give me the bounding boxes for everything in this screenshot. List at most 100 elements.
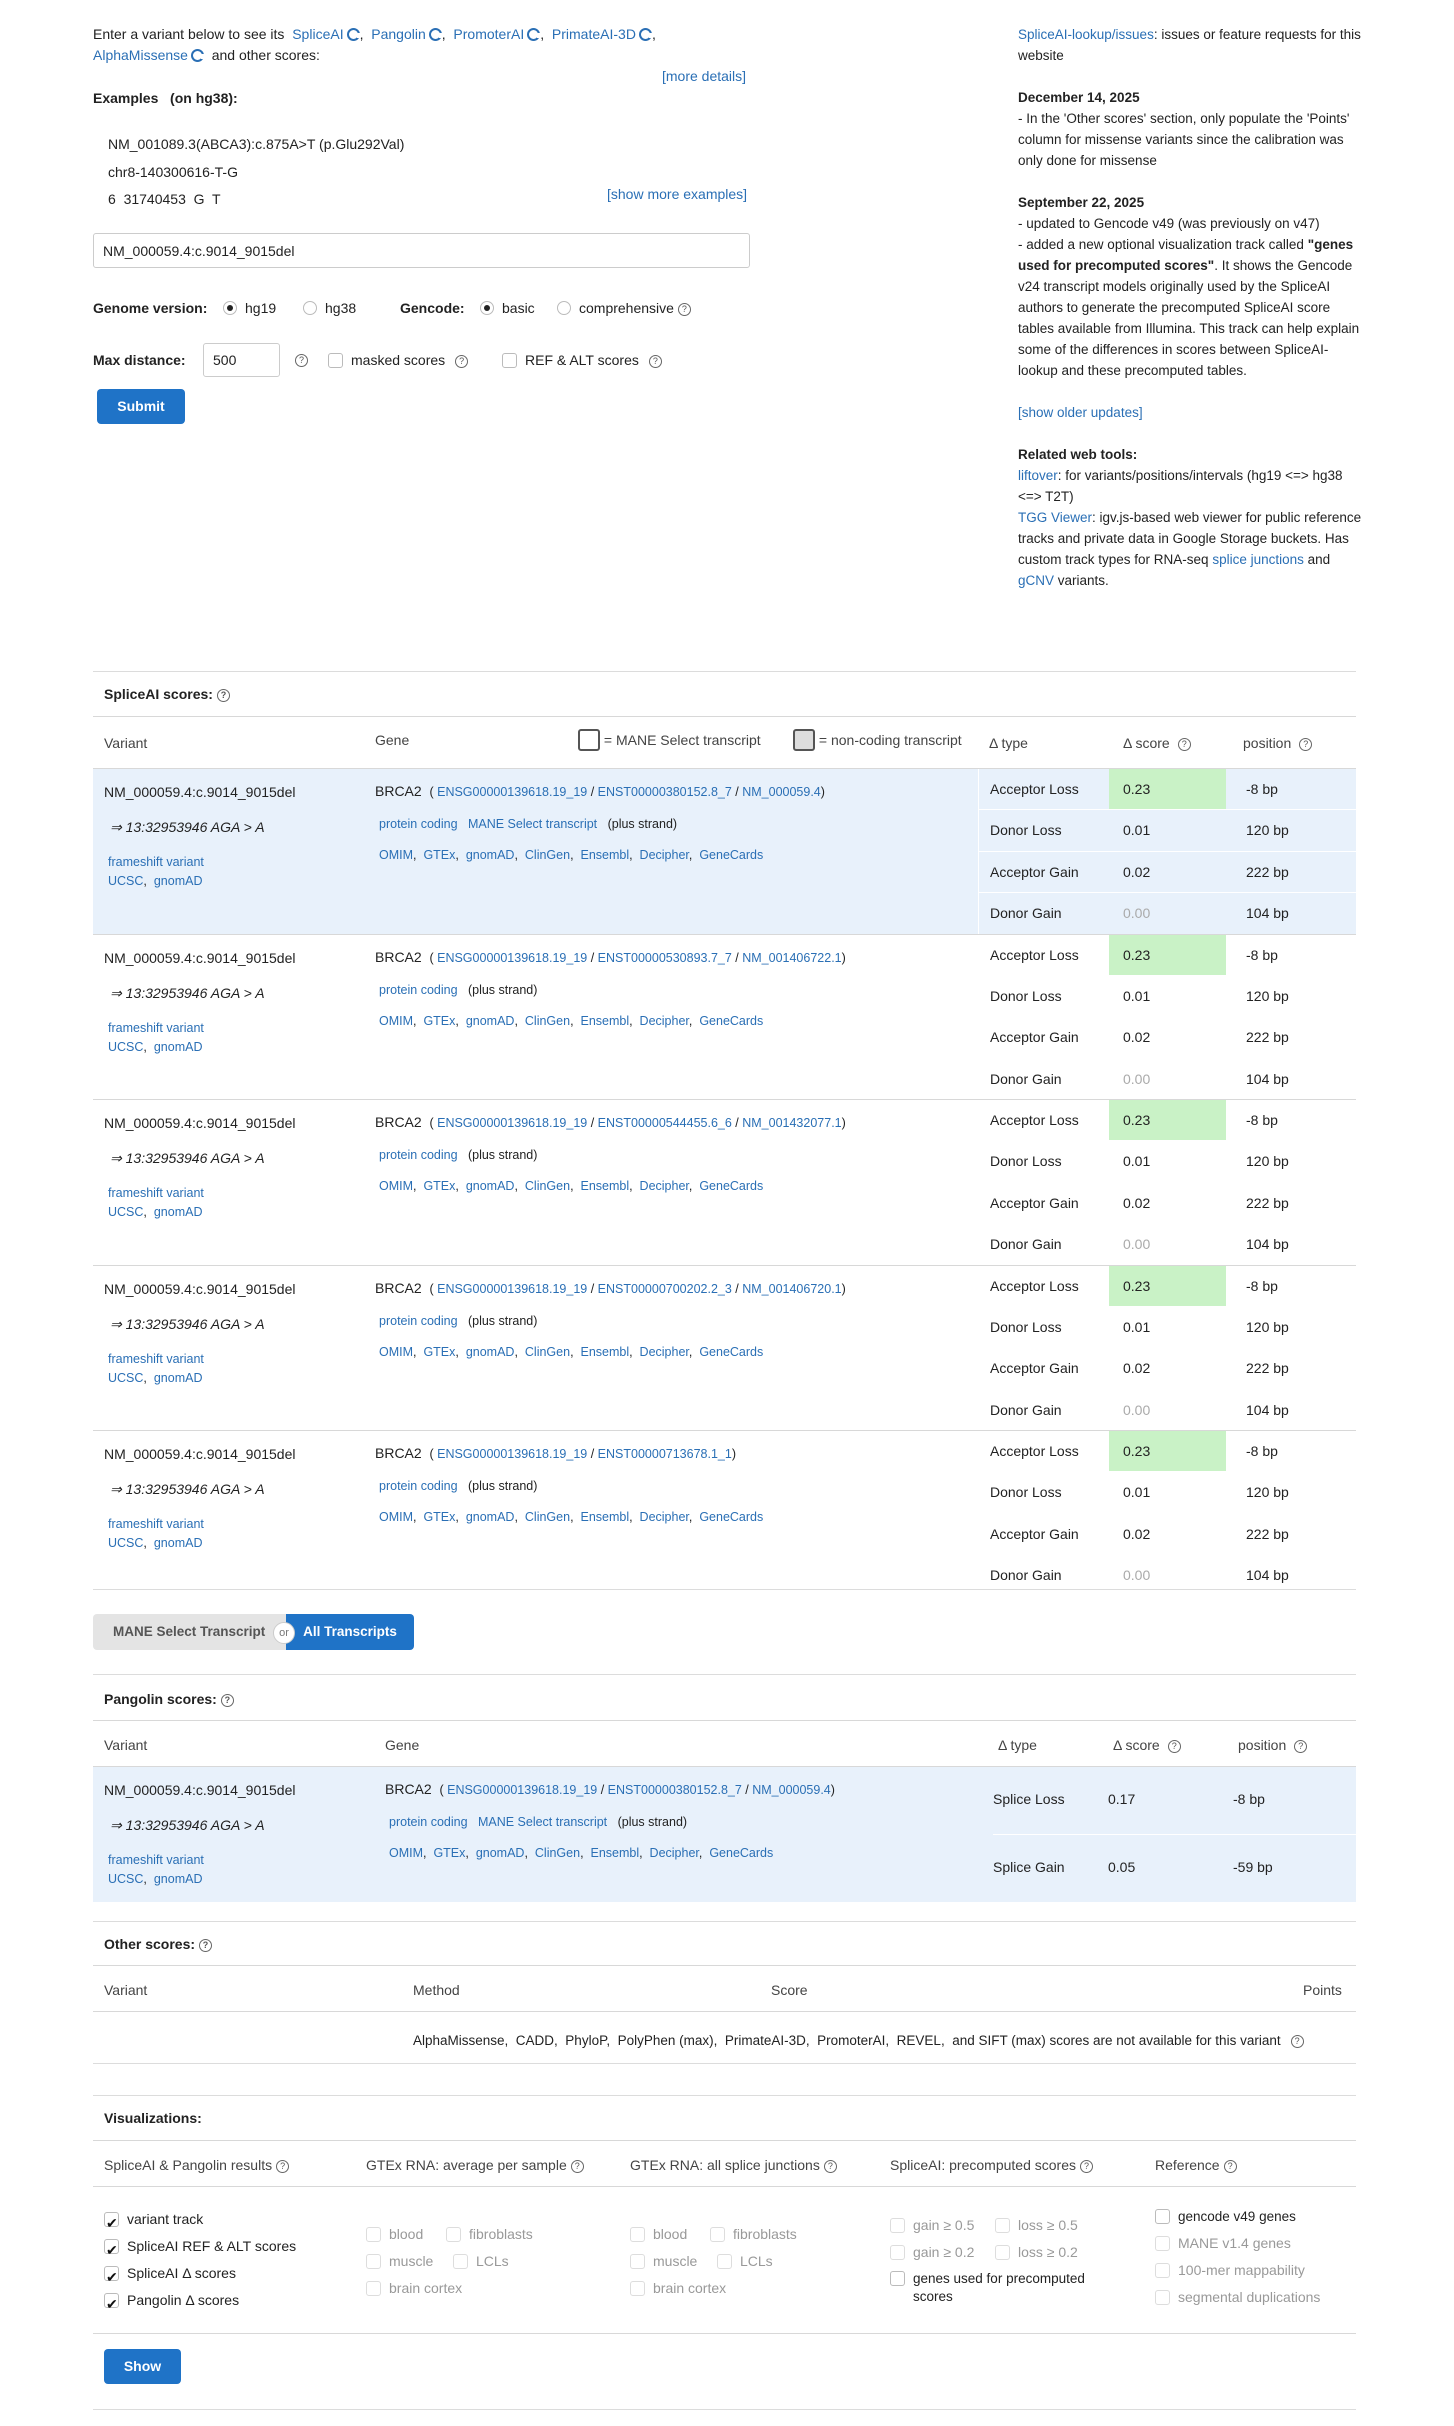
ucsc-link[interactable]: UCSC xyxy=(108,874,143,888)
consequence-link[interactable]: frameshift variant xyxy=(108,1186,204,1200)
radio-icon[interactable] xyxy=(223,301,237,315)
ucsc-link[interactable]: UCSC xyxy=(108,1371,143,1385)
biotype-link[interactable]: protein coding xyxy=(379,1148,458,1162)
help-icon[interactable] xyxy=(295,354,308,367)
transcript-link[interactable]: ENST00000380152.8_7 xyxy=(608,1783,742,1797)
help-icon[interactable] xyxy=(276,2160,290,2173)
mane-link[interactable]: MANE Select transcript xyxy=(468,817,597,831)
transcript-link[interactable]: ENST00000380152.8_7 xyxy=(598,785,732,799)
masked-scores-checkbox[interactable]: masked scores xyxy=(328,352,469,368)
gene-id-link[interactable]: ENSG00000139618.19_19 xyxy=(437,1282,587,1296)
checkbox-icon[interactable] xyxy=(1155,2263,1170,2278)
gene-link-clingen[interactable]: ClinGen xyxy=(525,1179,570,1193)
consequence-link[interactable]: frameshift variant xyxy=(108,1853,204,1867)
help-icon[interactable] xyxy=(1299,738,1313,751)
ucsc-link[interactable]: UCSC xyxy=(108,1872,143,1886)
gnomad-link[interactable]: gnomAD xyxy=(154,1040,203,1054)
checkbox-icon[interactable] xyxy=(890,2218,905,2233)
gtex-junc-lcls-checkbox[interactable]: LCLs xyxy=(717,2248,773,2275)
gene-link-gnomad[interactable]: gnomAD xyxy=(466,1510,515,1524)
checkbox-icon[interactable] xyxy=(995,2218,1010,2233)
gtex-avg-lcls-checkbox[interactable]: LCLs xyxy=(453,2248,509,2275)
gene-link-gtex[interactable]: GTEx xyxy=(423,1179,455,1193)
gene-link-ensembl[interactable]: Ensembl xyxy=(580,1179,629,1193)
omim-link[interactable]: OMIM xyxy=(389,1846,423,1860)
gene-link-clingen[interactable]: ClinGen xyxy=(525,848,570,862)
gene-id-link[interactable]: ENSG00000139618.19_19 xyxy=(437,785,587,799)
gene-link-decipher[interactable]: Decipher xyxy=(640,1345,689,1359)
submit-button[interactable]: Submit xyxy=(97,389,185,424)
gencode-basic-radio[interactable]: basic xyxy=(480,300,535,316)
liftover-link[interactable]: liftover xyxy=(1018,468,1058,483)
show-older-updates-link[interactable]: [show older updates] xyxy=(1018,405,1143,420)
checkbox-icon[interactable] xyxy=(995,2245,1010,2260)
gene-link-genecards[interactable]: GeneCards xyxy=(699,1179,763,1193)
gain-05-checkbox[interactable]: gain ≥ 0.5 xyxy=(890,2217,974,2233)
checkbox-icon[interactable] xyxy=(104,2264,119,2291)
gnomad-link[interactable]: gnomAD xyxy=(154,1205,203,1219)
checkbox-icon[interactable] xyxy=(366,2254,381,2269)
gnomad-link[interactable]: gnomAD xyxy=(154,1536,203,1550)
checkbox-icon[interactable] xyxy=(366,2281,381,2296)
help-icon[interactable] xyxy=(677,303,691,316)
refseq-link[interactable]: NM_001406720.1 xyxy=(742,1282,841,1296)
gene-link-ensembl[interactable]: Ensembl xyxy=(580,1345,629,1359)
biotype-link[interactable]: protein coding xyxy=(379,1314,458,1328)
gene-link-omim[interactable]: OMIM xyxy=(379,1345,413,1359)
checkbox-icon[interactable] xyxy=(717,2254,732,2269)
gene-link-ensembl[interactable]: Ensembl xyxy=(580,1014,629,1028)
gene-link-gnomad[interactable]: gnomAD xyxy=(466,848,515,862)
example-item[interactable]: chr8-140300616-T-G xyxy=(108,159,404,187)
tgg-viewer-link[interactable]: TGG Viewer xyxy=(1018,510,1092,525)
primateai-link[interactable]: PrimateAI-3D xyxy=(552,26,636,42)
genecards-link[interactable]: GeneCards xyxy=(709,1846,773,1860)
gnomad-link[interactable]: gnomAD xyxy=(154,874,203,888)
pangolin-delta-checkbox[interactable]: Pangolin Δ scores xyxy=(104,2287,296,2318)
gnomad-link[interactable]: gnomAD xyxy=(154,1872,203,1886)
gene-link-ensembl[interactable]: Ensembl xyxy=(580,848,629,862)
loss-02-checkbox[interactable]: loss ≥ 0.2 xyxy=(995,2239,1078,2266)
gene-id-link[interactable]: ENSG00000139618.19_19 xyxy=(437,951,587,965)
gene-id-link[interactable]: ENSG00000139618.19_19 xyxy=(437,1447,587,1461)
checkbox-icon[interactable] xyxy=(630,2254,645,2269)
refseq-link[interactable]: NM_001406722.1 xyxy=(742,951,841,965)
checkbox-icon[interactable] xyxy=(890,2245,905,2260)
checkbox-icon[interactable] xyxy=(1155,2290,1170,2305)
gtex-link[interactable]: GTEx xyxy=(433,1846,465,1860)
splice-junctions-link[interactable]: splice junctions xyxy=(1212,552,1304,567)
gtex-avg-blood-checkbox[interactable]: blood xyxy=(366,2226,423,2242)
help-icon[interactable] xyxy=(216,689,230,702)
ensembl-link[interactable]: Ensembl xyxy=(590,1846,639,1860)
gene-link-clingen[interactable]: ClinGen xyxy=(525,1510,570,1524)
transcript-link[interactable]: ENST00000713678.1_1 xyxy=(598,1447,732,1461)
show-more-examples-link[interactable]: [show more examples] xyxy=(607,186,747,202)
radio-icon[interactable] xyxy=(303,301,317,315)
transcript-link[interactable]: ENST00000544455.6_6 xyxy=(598,1116,732,1130)
mane-genes-checkbox[interactable]: MANE v1.4 genes xyxy=(1155,2230,1350,2257)
gene-link-gtex[interactable]: GTEx xyxy=(423,1510,455,1524)
gene-link-genecards[interactable]: GeneCards xyxy=(699,1510,763,1524)
consequence-link[interactable]: frameshift variant xyxy=(108,855,204,869)
transcript-link[interactable]: ENST00000700202.2_3 xyxy=(598,1282,732,1296)
gain-02-checkbox[interactable]: gain ≥ 0.2 xyxy=(890,2244,974,2260)
gtex-junc-fibroblasts-checkbox[interactable]: fibroblasts xyxy=(710,2221,797,2248)
checkbox-icon[interactable] xyxy=(1155,2236,1170,2251)
promoterai-link[interactable]: PromoterAI xyxy=(453,26,524,42)
gene-link-gnomad[interactable]: gnomAD xyxy=(466,1345,515,1359)
max-distance-input[interactable] xyxy=(203,343,280,377)
genes-precomputed-checkbox[interactable]: genes used for precomputed scores xyxy=(890,2270,1120,2306)
gene-link-clingen[interactable]: ClinGen xyxy=(525,1014,570,1028)
checkbox-icon[interactable] xyxy=(328,353,343,368)
checkbox-icon[interactable] xyxy=(446,2227,461,2242)
refseq-link[interactable]: NM_000059.4 xyxy=(742,785,821,799)
gene-link-omim[interactable]: OMIM xyxy=(379,848,413,862)
checkbox-icon[interactable] xyxy=(890,2271,905,2286)
clingen-link[interactable]: ClinGen xyxy=(535,1846,580,1860)
gtex-junc-muscle-checkbox[interactable]: muscle xyxy=(630,2253,697,2269)
gene-id-link[interactable]: ENSG00000139618.19_19 xyxy=(437,1116,587,1130)
example-item[interactable]: 6 31740453 G T xyxy=(108,186,404,214)
spliceai-link[interactable]: SpliceAI xyxy=(292,26,343,42)
all-transcripts-toggle[interactable]: All Transcripts xyxy=(286,1614,414,1650)
spliceai-delta-checkbox[interactable]: SpliceAI Δ scores xyxy=(104,2260,296,2291)
gcnv-link[interactable]: gCNV xyxy=(1018,573,1054,588)
